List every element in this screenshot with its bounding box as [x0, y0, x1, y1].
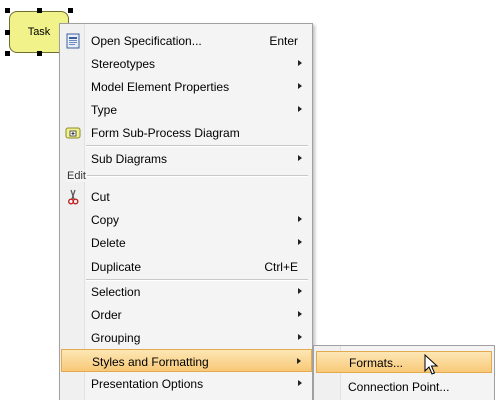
task-label: Task: [27, 26, 51, 38]
menu-item-label: Delete: [91, 236, 126, 250]
submenu-arrow-icon: [298, 106, 302, 112]
menu-item-label: Type: [91, 103, 118, 117]
scissors-icon: [68, 189, 79, 205]
submenu-item-connection-point[interactable]: Connection Point...: [316, 376, 492, 398]
menu-item-order[interactable]: Order: [61, 303, 312, 326]
selection-handle[interactable]: [5, 30, 10, 35]
selection-handle[interactable]: [37, 51, 42, 56]
menu-item-label: Connection Point...: [348, 380, 450, 394]
menu-item-open-specification[interactable]: Open Specification... Enter: [61, 29, 312, 52]
submenu-arrow-icon: [298, 380, 302, 386]
menu-item-type[interactable]: Type: [61, 98, 312, 121]
menu-item-duplicate[interactable]: Duplicate Ctrl+E: [61, 255, 312, 278]
menu-item-label: Styles and Formatting: [92, 355, 209, 369]
open-specification-icon: [66, 33, 80, 49]
menu-item-copy[interactable]: Copy: [61, 208, 312, 231]
submenu-arrow-icon: [297, 358, 301, 364]
menu-item-styles-and-formatting[interactable]: Styles and Formatting: [61, 349, 312, 372]
menu-item-label: Formats...: [349, 356, 404, 370]
submenu-arrow-icon: [298, 288, 302, 294]
selection-handle[interactable]: [37, 8, 42, 13]
menu-item-stereotypes[interactable]: Stereotypes: [61, 52, 312, 75]
menu-item-label: Duplicate: [91, 260, 142, 274]
menu-item-label: Stereotypes: [91, 57, 156, 71]
menu-item-selection[interactable]: Selection: [61, 280, 312, 303]
menu-item-label: Order: [91, 308, 122, 322]
submenu-arrow-icon: [298, 334, 302, 340]
menu-item-label: Selection: [91, 285, 141, 299]
selection-handle[interactable]: [5, 51, 10, 56]
menu-section-edit-label: Edit: [66, 170, 87, 182]
menu-item-label: Open Specification...: [91, 34, 202, 48]
menu-item-label: Presentation Options: [91, 377, 204, 391]
menu-item-grouping[interactable]: Grouping: [61, 326, 312, 349]
menu-item-label: Sub Diagrams: [91, 152, 168, 166]
menu-item-label: Model Element Properties: [91, 80, 230, 94]
submenu-arrow-icon: [298, 311, 302, 317]
mouse-pointer-icon: [424, 354, 439, 375]
menu-item-shortcut: Ctrl+E: [264, 260, 298, 274]
submenu-arrow-icon: [298, 83, 302, 89]
submenu-arrow-icon: [298, 239, 302, 245]
submenu-arrow-icon: [298, 216, 302, 222]
context-menu: Open Specification... Enter Stereotypes …: [59, 23, 313, 400]
submenu-arrow-icon: [298, 155, 302, 161]
menu-item-presentation-options[interactable]: Presentation Options: [61, 372, 312, 395]
menu-item-sub-diagrams[interactable]: Sub Diagrams: [61, 147, 312, 170]
menu-separator: [86, 175, 308, 177]
diagram-canvas[interactable]: Task Open Specification... Enter Stereot…: [0, 0, 496, 400]
styles-formatting-submenu: Formats... Connection Point...: [313, 345, 495, 400]
subprocess-diagram-icon: [65, 127, 81, 139]
menu-item-form-sub-process-diagram[interactable]: Form Sub-Process Diagram: [61, 121, 312, 144]
menu-item-cut[interactable]: Cut: [61, 185, 312, 208]
menu-item-label: Copy: [91, 213, 120, 227]
submenu-arrow-icon: [298, 60, 302, 66]
selection-handle[interactable]: [68, 8, 73, 13]
selection-handle[interactable]: [5, 8, 10, 13]
menu-item-label: Cut: [91, 190, 110, 204]
submenu-item-formats[interactable]: Formats...: [316, 351, 492, 373]
menu-item-delete[interactable]: Delete: [61, 231, 312, 254]
menu-item-label: Form Sub-Process Diagram: [91, 126, 240, 140]
menu-item-model-element-properties[interactable]: Model Element Properties: [61, 75, 312, 98]
menu-item-shortcut: Enter: [269, 34, 298, 48]
menu-item-label: Grouping: [91, 331, 141, 345]
